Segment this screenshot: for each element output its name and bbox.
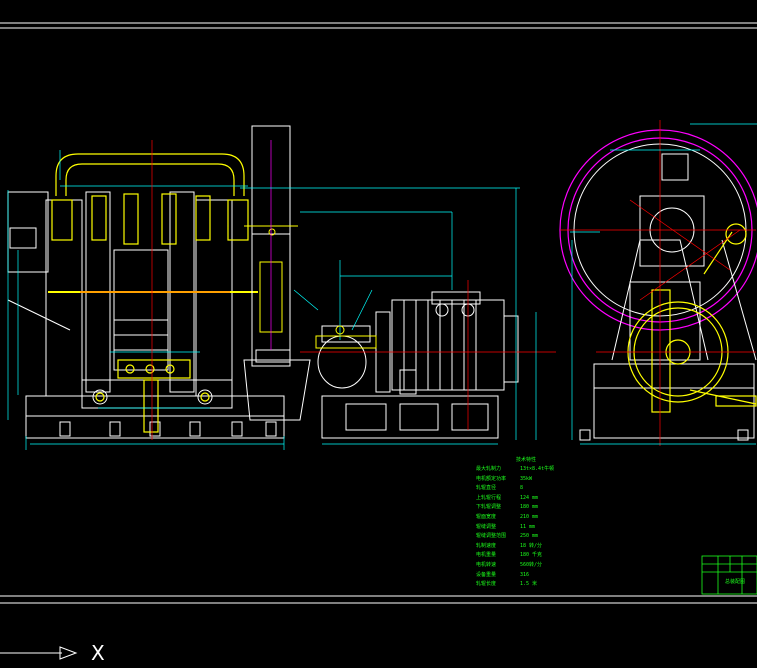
spec-table-row: 上轧辊行程 124 mm	[476, 494, 576, 504]
spec-table-row: 电机额定功率 35kW	[476, 475, 576, 485]
spec-value: 124 mm	[520, 494, 539, 501]
ucs-icon	[0, 646, 78, 660]
spec-value: 18 转/分	[520, 542, 543, 549]
spec-table-rows: 最大轧制力 13t×8.4t牛顿电机额定功率 35kW 轧辊直径 8 上轧辊行程 124 m…	[476, 465, 576, 590]
spec-key: 上轧辊行程	[476, 494, 502, 501]
spec-key: 辊缝调整范围	[476, 533, 507, 540]
spec-key: 轧辊直径	[476, 485, 497, 492]
spec-value: 560转/分	[520, 561, 543, 568]
spec-table-row: 电机重量 180 千克	[476, 551, 576, 561]
spec-value: 11 mm	[520, 523, 536, 530]
spec-table-row: 辊面宽度 210 mm	[476, 513, 576, 523]
spec-key: 电机转速	[476, 561, 497, 568]
cad-drawing-canvas[interactable]	[0, 0, 757, 668]
spec-value: 1.5 米	[520, 581, 538, 588]
spec-value: 250 mm	[520, 533, 539, 540]
spec-key: 最大轧制力	[476, 466, 502, 472]
title-block	[701, 555, 757, 595]
reducer-tower	[240, 125, 520, 421]
spec-key: 轧制速度	[476, 542, 497, 549]
spec-table-row: 辊缝调整 11 mm	[476, 523, 576, 533]
spec-value: 8	[520, 485, 524, 492]
spec-table-row: 电机转速 560转/分	[476, 561, 576, 571]
spec-value: 316	[520, 571, 530, 578]
front-view	[7, 140, 285, 450]
spec-table-row: 辊缝调整范围 250 mm	[476, 532, 576, 542]
spec-table-row: 轧辊直径 8	[476, 484, 576, 494]
spec-value: 210 mm	[520, 513, 539, 520]
spec-table-title: 技术特性	[515, 457, 536, 463]
spec-key: 辊缝调整	[476, 523, 497, 530]
motor-assembly	[300, 188, 556, 445]
spec-table-row: 轧辊长度 1.5 米	[476, 580, 576, 590]
spec-key: 电机重量	[476, 552, 497, 559]
spec-value: 180 千克	[520, 552, 543, 559]
spec-value: 35kW	[520, 475, 533, 482]
spec-table-row: 设备重量 316	[476, 571, 576, 581]
spec-value: 180 mm	[520, 504, 539, 511]
side-view	[559, 120, 757, 446]
spec-key: 轧辊长度	[476, 581, 497, 588]
spec-table-row: 最大轧制力 13t×8.4t牛顿	[476, 465, 576, 475]
spec-value: 13t×8.4t牛顿	[520, 466, 555, 472]
spec-table: 技术特性 最大轧制力 13t×8.4t牛顿电机额定功率 35kW 轧辊直径 8 上轧辊行程…	[476, 456, 576, 590]
spec-table-row: 下轧辊调整 180 mm	[476, 503, 576, 513]
spec-key: 下轧辊调整	[476, 504, 502, 511]
spec-key: 电机额定功率	[476, 475, 507, 482]
spec-key: 辊面宽度	[476, 513, 497, 520]
ucs-axis-label: X	[91, 641, 105, 665]
spec-key: 设备重量	[476, 571, 497, 578]
title-block-label: 总装配图	[725, 579, 746, 585]
spec-table-row: 轧制速度 18 转/分	[476, 542, 576, 552]
